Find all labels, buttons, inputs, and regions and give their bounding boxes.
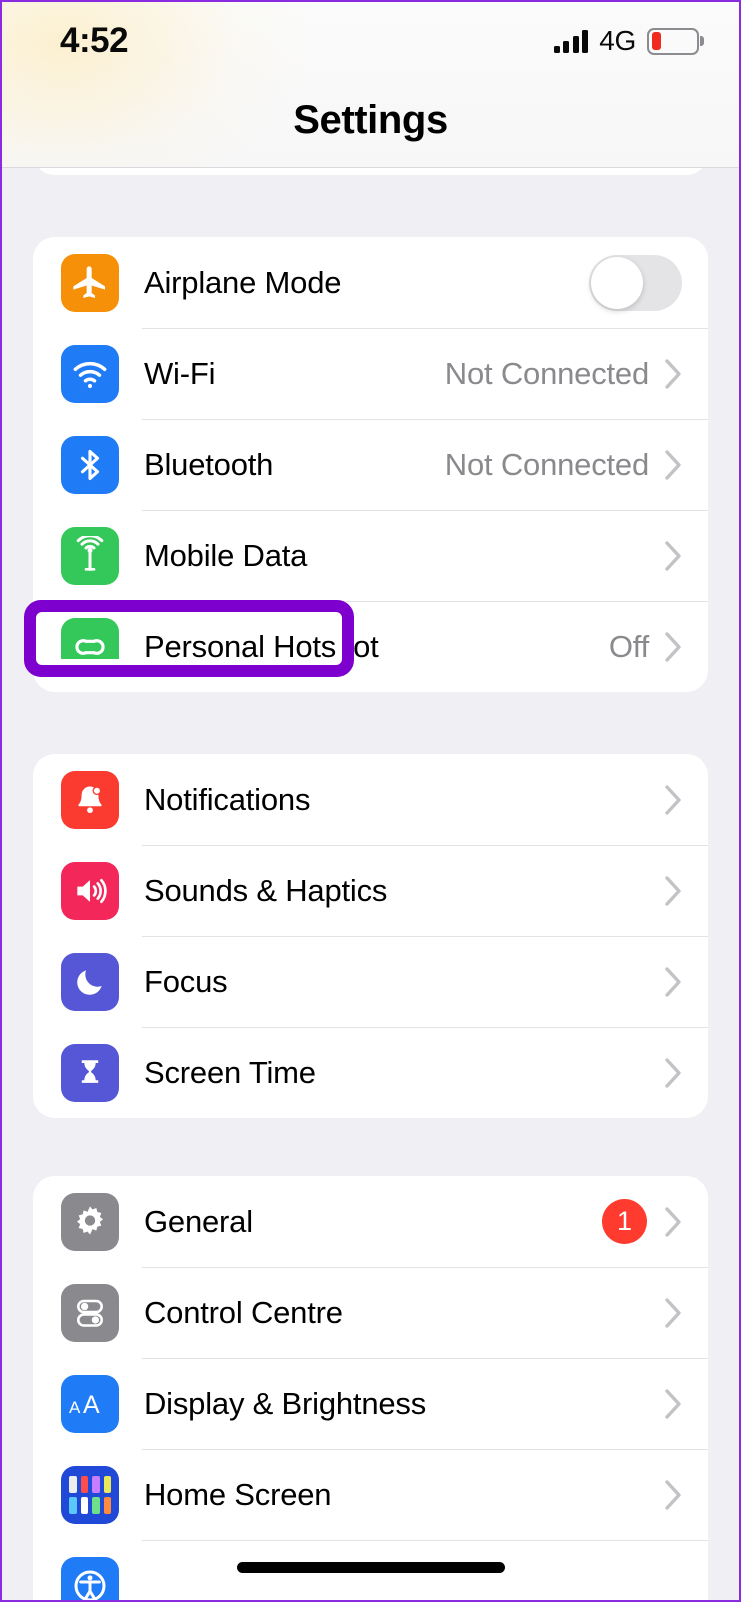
- row-label: Sounds & Haptics: [144, 872, 388, 908]
- row-label: Notifications: [144, 781, 311, 817]
- row-label: Home Screen: [144, 1476, 332, 1512]
- list-item-display-brightness[interactable]: A A Display & Brightness: [33, 1358, 708, 1449]
- row-label: Wi-Fi: [144, 355, 216, 391]
- chevron-right-icon: [665, 966, 682, 997]
- row-label: General: [144, 1203, 253, 1239]
- bluetooth-icon: [61, 435, 119, 494]
- page-title: Settings: [293, 98, 448, 142]
- list-item-general[interactable]: General 1: [33, 1176, 708, 1267]
- list-item-control-centre[interactable]: Control Centre: [33, 1267, 708, 1358]
- cellular-signal-icon: [553, 29, 589, 53]
- svg-text:A: A: [69, 1398, 81, 1417]
- connectivity-group: Airplane Mode Wi-Fi Not Connected Blueto…: [33, 237, 708, 692]
- row-label: Bluetooth: [144, 446, 274, 482]
- sliders-icon: [61, 1283, 119, 1342]
- status-badge: 1: [602, 1199, 647, 1244]
- list-item-focus[interactable]: Focus: [33, 936, 708, 1027]
- list-item-bluetooth[interactable]: Bluetooth Not Connected: [33, 419, 708, 510]
- chevron-right-icon: [665, 1479, 682, 1510]
- wifi-icon: [61, 344, 119, 403]
- chevron-right-icon: [665, 540, 682, 571]
- chevron-right-icon: [665, 875, 682, 906]
- settings-scroll-view[interactable]: iPhone Backup Failed 1 Airplane Mode: [2, 168, 739, 1600]
- list-item-home-screen[interactable]: Home Screen: [33, 1449, 708, 1540]
- chevron-right-icon: [665, 1206, 682, 1237]
- airplane-icon: [61, 253, 119, 312]
- airplane-mode-toggle[interactable]: [589, 254, 682, 311]
- list-item-iphone-backup-failed[interactable]: iPhone Backup Failed 1: [33, 168, 708, 175]
- row-value: Not Connected: [444, 446, 649, 482]
- apple-id-group: iPhone Backup Failed 1: [33, 168, 708, 175]
- list-item-personal-hotspot[interactable]: Personal Hotspot Off: [33, 601, 708, 692]
- row-label: Focus: [144, 963, 228, 999]
- bell-icon: [61, 770, 119, 829]
- list-item-screen-time[interactable]: Screen Time: [33, 1027, 708, 1118]
- row-value: Not Connected: [444, 355, 649, 391]
- hotspot-links-icon: [61, 617, 119, 676]
- row-label: Screen Time: [144, 1054, 316, 1090]
- speaker-icon: [61, 861, 119, 920]
- chevron-right-icon: [665, 784, 682, 815]
- row-label: Mobile Data: [144, 537, 308, 573]
- status-bar-indicators: 4G: [553, 25, 699, 57]
- notifications-group: Notifications Sounds & Haptics Focus Scr…: [33, 754, 708, 1118]
- text-size-aa-icon: A A: [61, 1374, 119, 1433]
- cellular-antenna-icon: [61, 526, 119, 585]
- moon-icon: [61, 952, 119, 1011]
- chevron-right-icon: [665, 631, 682, 662]
- home-indicator[interactable]: [236, 1562, 505, 1573]
- app-grid-icon: [61, 1465, 119, 1524]
- row-label: Control Centre: [144, 1294, 343, 1330]
- chevron-right-icon: [665, 358, 682, 389]
- hourglass-icon: [61, 1043, 119, 1102]
- gear-icon: [61, 1192, 119, 1251]
- status-bar: 4:52 4G: [2, 2, 739, 80]
- accessibility-icon: [61, 1556, 119, 1600]
- iphone-settings-screen: 4:52 4G Settings iPhone Backup Failed 1: [0, 0, 741, 1602]
- row-value: Off: [608, 628, 649, 664]
- navigation-header: 4:52 4G Settings: [2, 2, 739, 168]
- chevron-right-icon: [665, 1297, 682, 1328]
- status-bar-clock: 4:52: [60, 21, 129, 60]
- list-item-sounds-haptics[interactable]: Sounds & Haptics: [33, 845, 708, 936]
- svg-text:A: A: [83, 1391, 100, 1419]
- row-label: Personal Hotspot: [144, 628, 379, 664]
- chevron-right-icon: [665, 1057, 682, 1088]
- chevron-right-icon: [665, 1388, 682, 1419]
- list-item-notifications[interactable]: Notifications: [33, 754, 708, 845]
- network-type-label: 4G: [599, 25, 636, 56]
- list-item-mobile-data[interactable]: Mobile Data: [33, 510, 708, 601]
- chevron-right-icon: [665, 449, 682, 480]
- row-label: Airplane Mode: [144, 264, 342, 300]
- list-item-airplane-mode[interactable]: Airplane Mode: [33, 237, 708, 328]
- battery-low-icon: [647, 27, 699, 55]
- row-label: Display & Brightness: [144, 1385, 427, 1421]
- list-item-wifi[interactable]: Wi-Fi Not Connected: [33, 328, 708, 419]
- general-group: General 1 Control Centre A A Display & B…: [33, 1176, 708, 1600]
